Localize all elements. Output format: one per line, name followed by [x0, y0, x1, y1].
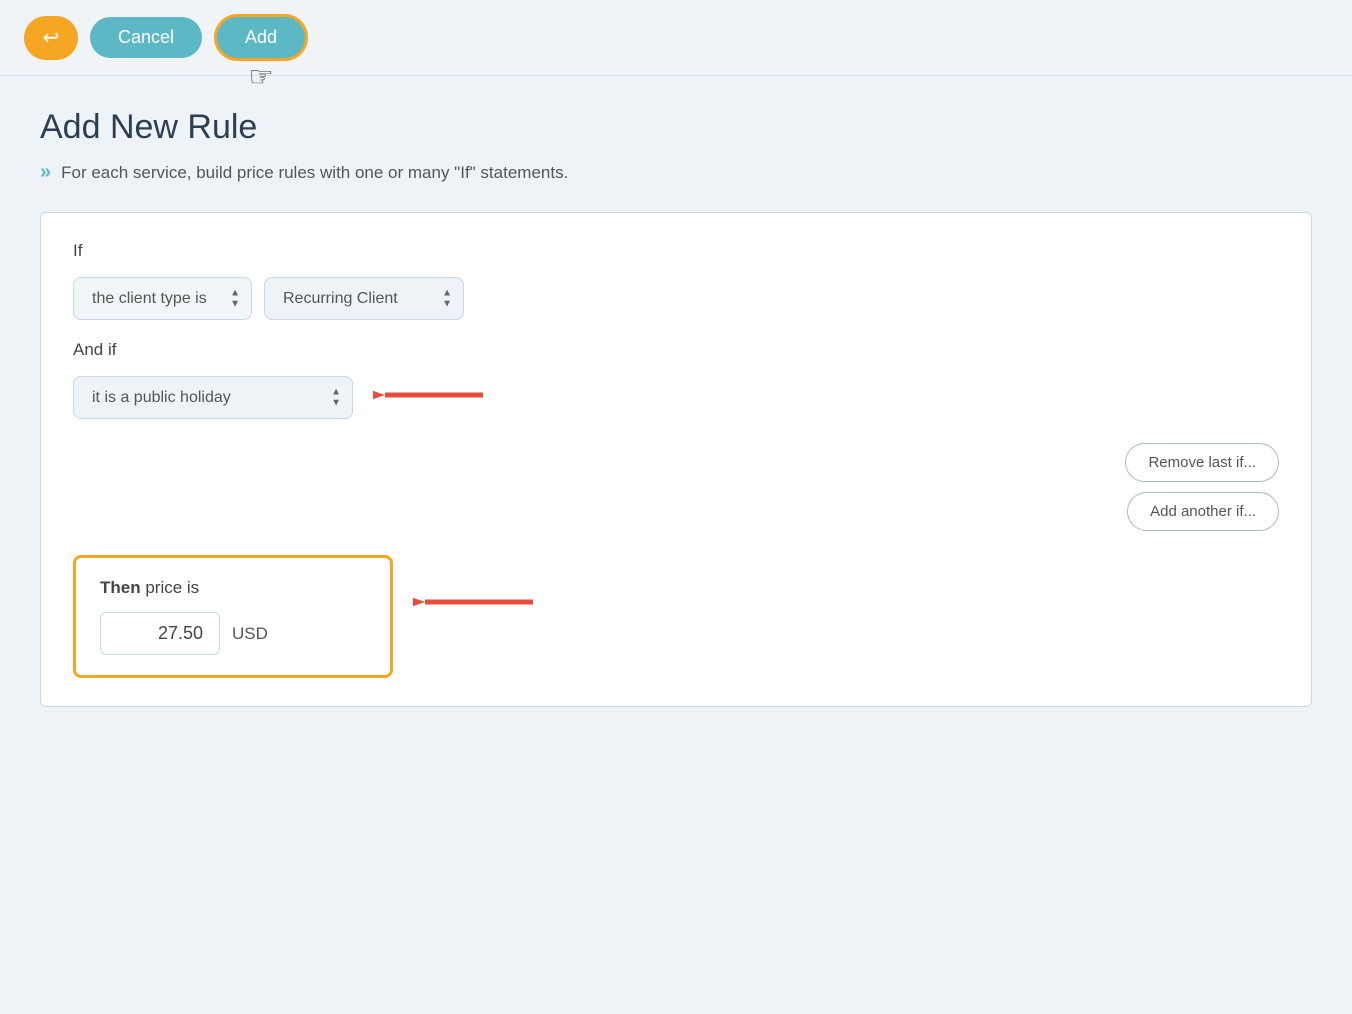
- and-if-label: And if: [73, 340, 1279, 360]
- condition1-type-select[interactable]: the client type is: [73, 277, 252, 320]
- back-icon: ↩: [43, 25, 60, 50]
- then-section: Then price is USD: [73, 555, 393, 678]
- condition-row-2: it is a public holiday ▲ ▼: [73, 376, 1279, 419]
- page-title: Add New Rule: [40, 108, 1312, 147]
- main-content: Add New Rule » For each service, build p…: [0, 76, 1352, 763]
- chevron-icon: »: [40, 161, 51, 184]
- currency-label: USD: [232, 624, 268, 644]
- condition1-value-select[interactable]: Recurring Client: [264, 277, 464, 320]
- condition2-select-wrapper: it is a public holiday ▲ ▼: [73, 376, 353, 419]
- price-input[interactable]: [100, 612, 220, 655]
- condition2-select[interactable]: it is a public holiday: [73, 376, 353, 419]
- then-label: Then price is: [100, 578, 366, 598]
- if-label: If: [73, 241, 1279, 261]
- red-arrow-indicator: [373, 378, 493, 417]
- toolbar: ↩ Cancel Add ☞: [0, 0, 1352, 76]
- condition1-value-wrapper: Recurring Client ▲ ▼: [264, 277, 464, 320]
- rule-card: If the client type is ▲ ▼ Recurring Clie…: [40, 212, 1312, 707]
- back-button[interactable]: ↩: [24, 16, 78, 60]
- condition1-select-wrapper: the client type is ▲ ▼: [73, 277, 252, 320]
- add-another-button[interactable]: Add another if...: [1127, 492, 1279, 531]
- price-arrow-indicator: [413, 585, 543, 619]
- subtitle-text: For each service, build price rules with…: [61, 163, 568, 183]
- right-buttons: Remove last if... Add another if...: [73, 443, 1279, 531]
- cancel-button[interactable]: Cancel: [90, 17, 202, 58]
- add-button[interactable]: Add: [214, 14, 308, 61]
- condition-row-1: the client type is ▲ ▼ Recurring Client …: [73, 277, 1279, 320]
- remove-last-button[interactable]: Remove last if...: [1125, 443, 1279, 482]
- bottom-section: Then price is USD: [73, 531, 1279, 678]
- page-subtitle: » For each service, build price rules wi…: [40, 161, 1312, 184]
- price-row: USD: [100, 612, 366, 655]
